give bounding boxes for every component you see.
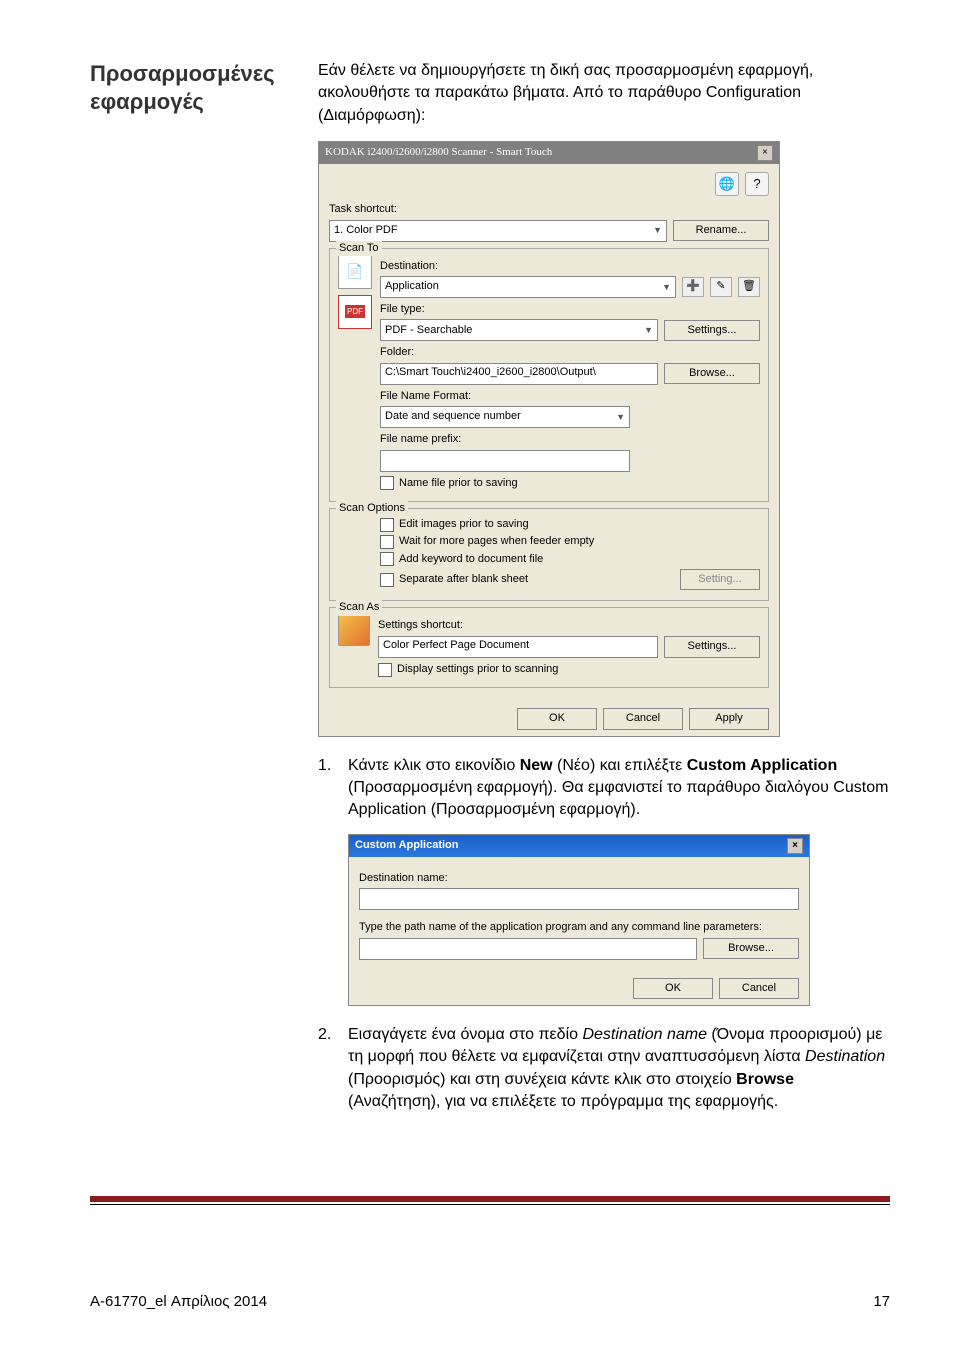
step-2-number: 2. bbox=[318, 1024, 338, 1114]
configuration-window: KODAK i2400/i2600/i2800 Scanner - Smart … bbox=[318, 141, 780, 736]
opt-wait-pages-checkbox[interactable] bbox=[380, 535, 394, 549]
filename-prefix-input[interactable] bbox=[380, 450, 630, 472]
color-preview-icon bbox=[338, 614, 370, 646]
destination-name-input[interactable] bbox=[359, 888, 799, 910]
destination-name-label: Destination name: bbox=[359, 871, 799, 886]
help-icon[interactable]: ? bbox=[745, 172, 769, 196]
chevron-down-icon: ▼ bbox=[653, 224, 662, 237]
dialog-title: Custom Application bbox=[355, 838, 458, 853]
filename-prefix-label: File name prefix: bbox=[380, 432, 760, 447]
destination-select[interactable]: Application ▼ bbox=[380, 276, 676, 298]
task-shortcut-select[interactable]: 1. Color PDF ▼ bbox=[329, 220, 667, 242]
task-shortcut-label: Task shortcut: bbox=[329, 202, 769, 217]
chevron-down-icon: ▼ bbox=[644, 324, 653, 337]
intro-paragraph: Εάν θέλετε να δημιουργήσετε τη δική σας … bbox=[318, 60, 890, 127]
scan-as-group: Scan As Settings shortcut: Color Perfect… bbox=[329, 607, 769, 688]
config-cancel-button[interactable]: Cancel bbox=[603, 708, 683, 729]
filename-format-label: File Name Format: bbox=[380, 389, 760, 404]
footer-page-number: 17 bbox=[873, 1293, 890, 1310]
folder-input[interactable]: C:\Smart Touch\i2400_i2600_i2800\Output\ bbox=[380, 363, 658, 385]
edit-destination-icon[interactable]: ✎ bbox=[710, 277, 732, 297]
display-prior-label: Display settings prior to scanning bbox=[397, 662, 558, 677]
dialog-ok-button[interactable]: OK bbox=[633, 978, 713, 999]
filename-format-select[interactable]: Date and sequence number ▼ bbox=[380, 406, 630, 428]
custom-application-dialog: Custom Application × Destination name: T… bbox=[348, 834, 810, 1006]
destination-value: Application bbox=[385, 279, 439, 294]
scanas-settings-button[interactable]: Settings... bbox=[664, 636, 760, 657]
dialog-cancel-button[interactable]: Cancel bbox=[719, 978, 799, 999]
folder-browse-button[interactable]: Browse... bbox=[664, 363, 760, 384]
heading-line1: Προσαρμοσμένες bbox=[90, 61, 275, 86]
settings-shortcut-label: Settings shortcut: bbox=[378, 618, 760, 633]
dialog-titlebar: Custom Application × bbox=[349, 835, 809, 857]
display-prior-checkbox[interactable] bbox=[378, 663, 392, 677]
dialog-browse-button[interactable]: Browse... bbox=[703, 938, 799, 959]
pdf-icon[interactable]: PDF bbox=[338, 295, 372, 329]
page-footer: A-61770_el Απρίλιος 2014 17 bbox=[90, 1285, 890, 1310]
folder-label: Folder: bbox=[380, 345, 760, 360]
scan-to-group: Scan To 📄 PDF Destination: bbox=[329, 248, 769, 502]
globe-users-icon[interactable]: 🌐 bbox=[715, 172, 739, 196]
config-ok-button[interactable]: OK bbox=[517, 708, 597, 729]
path-input[interactable] bbox=[359, 938, 697, 960]
chevron-down-icon: ▼ bbox=[616, 411, 625, 424]
opt-add-keyword-label: Add keyword to document file bbox=[399, 552, 543, 567]
heading-line2: εφαρμογές bbox=[90, 89, 204, 114]
add-destination-icon[interactable]: ➕ bbox=[682, 277, 704, 297]
settings-shortcut-input[interactable]: Color Perfect Page Document bbox=[378, 636, 658, 658]
name-prior-checkbox[interactable] bbox=[380, 476, 394, 490]
section-heading: Προσαρμοσμένες εφαρμογές bbox=[90, 60, 290, 115]
opt-edit-images-checkbox[interactable] bbox=[380, 518, 394, 532]
close-icon[interactable]: × bbox=[787, 838, 803, 854]
opt-separate-blank-checkbox[interactable] bbox=[380, 573, 394, 587]
close-icon[interactable]: × bbox=[757, 145, 773, 161]
config-apply-button[interactable]: Apply bbox=[689, 708, 769, 729]
config-window-title: KODAK i2400/i2600/i2800 Scanner - Smart … bbox=[325, 145, 552, 160]
destination-label: Destination: bbox=[380, 259, 760, 274]
step-1-number: 1. bbox=[318, 755, 338, 822]
task-shortcut-value: 1. Color PDF bbox=[334, 223, 398, 238]
scan-options-group: Scan Options Edit images prior to saving… bbox=[329, 508, 769, 602]
step-2-text: Εισαγάγετε ένα όνομα στο πεδίο Destinati… bbox=[348, 1024, 890, 1114]
opt-add-keyword-checkbox[interactable] bbox=[380, 552, 394, 566]
chevron-down-icon: ▼ bbox=[662, 281, 671, 294]
filetype-select[interactable]: PDF - Searchable ▼ bbox=[380, 319, 658, 341]
opt-edit-images-label: Edit images prior to saving bbox=[399, 517, 529, 532]
filetype-value: PDF - Searchable bbox=[385, 323, 472, 338]
config-titlebar: KODAK i2400/i2600/i2800 Scanner - Smart … bbox=[319, 142, 779, 164]
path-label: Type the path name of the application pr… bbox=[359, 920, 799, 935]
filetype-settings-button[interactable]: Settings... bbox=[664, 320, 760, 341]
step-2: 2. Εισαγάγετε ένα όνομα στο πεδίο Destin… bbox=[318, 1024, 890, 1114]
delete-destination-icon[interactable]: 🗑 bbox=[738, 277, 760, 297]
name-prior-label: Name file prior to saving bbox=[399, 476, 518, 491]
step-1: 1. Κάντε κλικ στο εικονίδιο New (Νέο) κα… bbox=[318, 755, 890, 822]
filename-format-value: Date and sequence number bbox=[385, 409, 521, 424]
opt-wait-pages-label: Wait for more pages when feeder empty bbox=[399, 534, 594, 549]
footer-bar bbox=[90, 1196, 890, 1202]
scan-options-setting-button[interactable]: Setting... bbox=[680, 569, 760, 590]
scan-as-title: Scan As bbox=[336, 600, 382, 615]
opt-separate-blank-label: Separate after blank sheet bbox=[399, 572, 675, 587]
step-1-text: Κάντε κλικ στο εικονίδιο New (Νέο) και ε… bbox=[348, 755, 890, 822]
scan-to-title: Scan To bbox=[336, 241, 382, 256]
destination-type-icon[interactable]: 📄 bbox=[338, 255, 372, 289]
footer-line bbox=[90, 1204, 890, 1205]
scan-options-title: Scan Options bbox=[336, 501, 408, 516]
rename-button[interactable]: Rename... bbox=[673, 220, 769, 241]
filetype-label: File type: bbox=[380, 302, 760, 317]
footer-doc-id: A-61770_el Απρίλιος 2014 bbox=[90, 1293, 267, 1310]
